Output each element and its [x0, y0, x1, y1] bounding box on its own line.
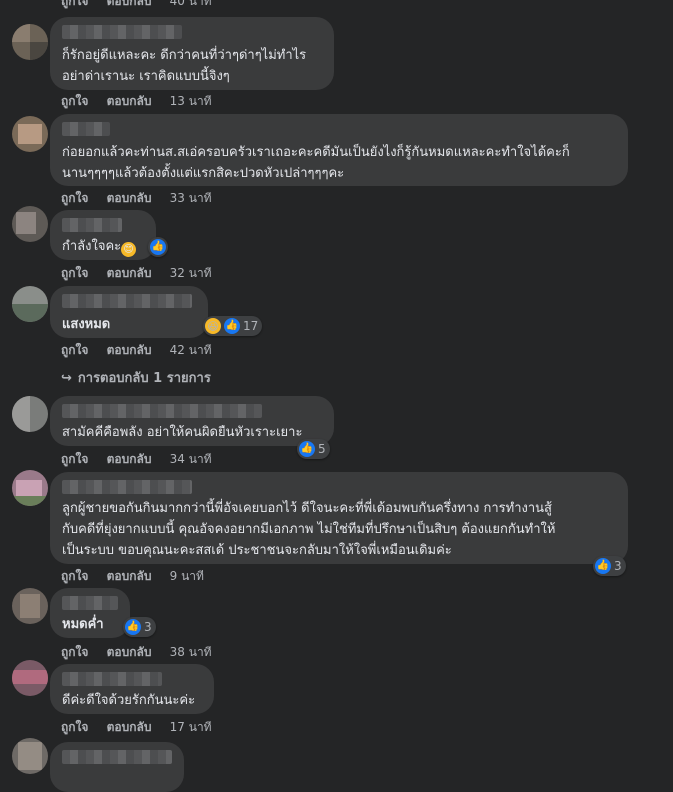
reply-link[interactable]: ตอบกลับ: [107, 645, 152, 659]
avatar[interactable]: [12, 470, 48, 506]
comment-text: ลูกผู้ชายขอกันกินมากกว่านี้พี่อัจเคยบอกไ…: [62, 501, 556, 558]
comment-bubble: หมดค่ำ: [50, 588, 130, 638]
reaction-summary[interactable]: 😆 👍 17: [203, 316, 263, 336]
reply-arrow-icon: ↪: [61, 371, 72, 386]
comment-actions: ถูกใจ ตอบกลับ 34 นาที: [61, 450, 226, 469]
comment-bubble: ดีค่ะดีใจด้วยรักกันนะค่ะ: [50, 664, 214, 714]
view-replies-link[interactable]: ↪ การตอบกลับ 1 รายการ: [61, 367, 211, 388]
comment-time[interactable]: 34 นาที: [170, 452, 212, 466]
like-link[interactable]: ถูกใจ: [61, 266, 88, 280]
reaction-summary[interactable]: 👍: [148, 237, 168, 257]
comment-actions: ถูกใจ ตอบกลับ 17 นาที: [61, 718, 226, 737]
reply-link[interactable]: ตอบกลับ: [107, 343, 152, 357]
comment-time[interactable]: 40 นาที: [170, 0, 212, 8]
like-link[interactable]: ถูกใจ: [61, 343, 88, 357]
comment-time[interactable]: 13 นาที: [170, 94, 212, 108]
avatar[interactable]: [12, 286, 48, 322]
comment-actions: ถูกใจ ตอบกลับ 38 นาที: [61, 643, 226, 662]
avatar[interactable]: [12, 206, 48, 242]
comment-text: หมดค่ำ: [62, 617, 104, 632]
like-icon: 👍: [150, 239, 166, 255]
comment-bubble: ก็รักอยู่ดีแหละคะ ดีกว่าคนที่ว่าๆด่าๆไม่…: [50, 17, 334, 90]
like-link[interactable]: ถูกใจ: [61, 569, 88, 583]
comment-time[interactable]: 33 นาที: [170, 191, 212, 205]
reply-link[interactable]: ตอบกลับ: [107, 569, 152, 583]
comment-bubble: สามัคคีคือพลัง อย่าให้คนผิดยืนหัวเราะเยา…: [50, 396, 334, 446]
avatar[interactable]: [12, 396, 48, 432]
comment-time[interactable]: 32 นาที: [170, 266, 212, 280]
commenter-name-blurred[interactable]: [62, 25, 182, 39]
smile-emoji: 😊: [121, 242, 137, 257]
like-link[interactable]: ถูกใจ: [61, 191, 88, 205]
comment-bubble: แสงหมด: [50, 286, 208, 338]
reply-link[interactable]: ตอบกลับ: [107, 94, 152, 108]
commenter-name-blurred[interactable]: [62, 122, 110, 136]
comment-text: ก็รักอยู่ดีแหละคะ ดีกว่าคนที่ว่าๆด่าๆไม่…: [62, 48, 307, 84]
commenter-name-blurred[interactable]: [62, 218, 122, 232]
reaction-summary[interactable]: 👍 3: [593, 556, 626, 576]
reply-link[interactable]: ตอบกลับ: [107, 452, 152, 466]
avatar[interactable]: [12, 588, 48, 624]
haha-icon: 😆: [205, 318, 221, 334]
like-icon: 👍: [125, 619, 141, 635]
avatar[interactable]: [12, 660, 48, 696]
reply-link[interactable]: ตอบกลับ: [107, 720, 152, 734]
comment-text-content: กำลังใจคะ: [62, 239, 122, 254]
comment-actions: ถูกใจ ตอบกลับ 13 นาที: [61, 92, 226, 111]
commenter-name-blurred[interactable]: [62, 480, 192, 494]
reaction-count: 5: [318, 442, 326, 456]
reply-link[interactable]: ตอบกลับ: [107, 191, 152, 205]
avatar[interactable]: [12, 738, 48, 774]
comment-text: ดีค่ะดีใจด้วยรักกันนะค่ะ: [62, 693, 196, 708]
like-link[interactable]: ถูกใจ: [61, 720, 88, 734]
commenter-name-blurred[interactable]: [62, 672, 162, 686]
commenter-name-blurred[interactable]: [62, 404, 262, 418]
reaction-summary[interactable]: 👍 5: [297, 439, 330, 459]
like-link[interactable]: ถูกใจ: [61, 94, 88, 108]
comment-bubble: [50, 742, 184, 792]
reaction-count: 3: [144, 620, 152, 634]
reply-link[interactable]: ตอบกลับ: [107, 266, 152, 280]
comment-time[interactable]: 42 นาที: [170, 343, 212, 357]
comment-bubble: ก่อยอกแล้วคะท่านส.สเอ่ครอบครัวเราเถอะคะค…: [50, 114, 628, 186]
comment-text: แสงหมด: [62, 317, 111, 332]
like-icon: 👍: [595, 558, 611, 574]
commenter-name-blurred[interactable]: [62, 596, 118, 610]
comment-actions: ถูกใจ ตอบกลับ 32 นาที: [61, 264, 226, 283]
commenter-name-blurred[interactable]: [62, 294, 192, 308]
reply-link[interactable]: ตอบกลับ: [107, 0, 152, 8]
comment-time[interactable]: 9 นาที: [170, 569, 204, 583]
comment-text: ก่อยอกแล้วคะท่านส.สเอ่ครอบครัวเราเถอะคะค…: [62, 145, 570, 181]
reaction-count: 3: [614, 559, 622, 573]
comment-bubble: กำลังใจคะ 😊: [50, 210, 156, 260]
comment-actions: ถูกใจ ตอบกลับ 9 นาที: [61, 567, 218, 586]
comment-time[interactable]: 17 นาที: [170, 720, 212, 734]
reaction-count: 17: [243, 319, 259, 333]
comment-actions: ถูกใจ ตอบกลับ 33 นาที: [61, 189, 226, 208]
avatar[interactable]: [12, 116, 48, 152]
comment-text: สามัคคีคือพลัง อย่าให้คนผิดยืนหัวเราะเยา…: [62, 425, 303, 440]
like-link[interactable]: ถูกใจ: [61, 452, 88, 466]
comment-text: กำลังใจคะ 😊: [62, 236, 144, 257]
like-link[interactable]: ถูกใจ: [61, 645, 88, 659]
comment-actions: ถูกใจ ตอบกลับ 42 นาที: [61, 341, 226, 360]
like-icon: 👍: [224, 318, 240, 334]
comment-time[interactable]: 38 นาที: [170, 645, 212, 659]
comment-bubble: ลูกผู้ชายขอกันกินมากกว่านี้พี่อัจเคยบอกไ…: [50, 472, 628, 564]
reaction-summary[interactable]: 👍 3: [123, 617, 156, 637]
commenter-name-blurred[interactable]: [62, 750, 172, 764]
like-icon: 👍: [299, 441, 315, 457]
like-link[interactable]: ถูกใจ: [61, 0, 88, 8]
comment-actions-partial: ถูกใจ ตอบกลับ 40 นาที: [61, 0, 226, 11]
avatar[interactable]: [12, 24, 48, 60]
view-replies-label: การตอบกลับ 1 รายการ: [77, 371, 211, 386]
